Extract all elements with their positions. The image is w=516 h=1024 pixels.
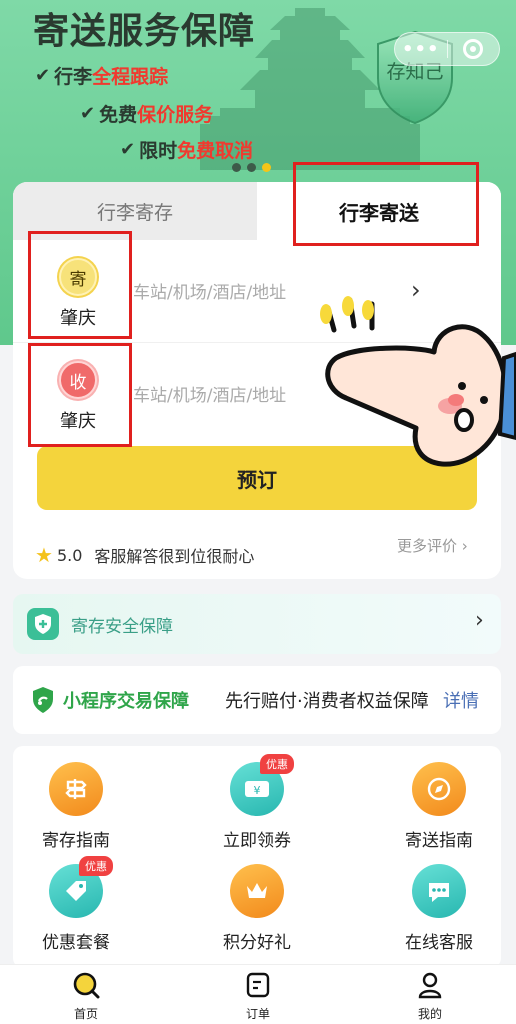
grid-item-points-gifts[interactable]: 积分好礼 <box>197 864 317 953</box>
annotation-box-delivery-tab <box>293 162 479 246</box>
check-icon: ✔ <box>80 103 96 124</box>
feature-highlight: 免费取消 <box>177 140 254 162</box>
bottom-tab-bar: 首页 订单 我的 <box>0 964 516 1024</box>
grid-item-label: 优惠套餐 <box>42 933 110 953</box>
chat-icon <box>412 864 466 918</box>
user-icon <box>418 972 442 999</box>
guarantee-title: 小程序交易保障 <box>63 691 189 712</box>
annotation-box-sender-city <box>28 231 132 339</box>
receiver-address-placeholder: 车站/机场/酒店/地址 <box>133 386 287 406</box>
grid-item-label: 在线客服 <box>405 933 473 953</box>
grid-item-packages[interactable]: 优惠 优惠套餐 <box>16 856 136 953</box>
tabbar-label: 首页 <box>73 1007 98 1021</box>
rating-comment: 客服解答很到位很耐心 <box>94 547 255 566</box>
tabbar-label: 我的 <box>417 1007 442 1021</box>
feature-highlight: 保价服务 <box>137 104 214 126</box>
coupon-icon: ¥ 优惠 <box>230 754 294 816</box>
compass-icon <box>412 762 466 816</box>
guarantee-description: 先行赔付·消费者权益保障 <box>225 691 429 712</box>
sender-address-placeholder: 车站/机场/酒店/地址 <box>133 283 287 303</box>
grid-item-get-coupon[interactable]: ¥ 优惠 立即领券 <box>197 754 317 851</box>
guarantee-details-link[interactable]: 详情 <box>443 687 479 713</box>
grid-item-label: 积分好礼 <box>223 933 291 953</box>
tabbar-orders[interactable]: 订单 <box>208 971 308 1022</box>
more-reviews-label: 更多评价 <box>397 537 458 555</box>
signpost-icon <box>49 762 103 816</box>
grid-item-online-service[interactable]: 在线客服 <box>379 864 499 953</box>
grid-item-delivery-guide[interactable]: 寄送指南 <box>379 762 499 851</box>
service-grid: 寄存指南 ¥ 优惠 立即领券 寄送指南 优惠 优惠套餐 积分好礼 在线客服 <box>13 746 501 968</box>
carousel-indicators <box>232 163 271 172</box>
discount-tag: 优惠 <box>260 754 294 774</box>
crown-icon <box>230 864 284 918</box>
more-options-button[interactable]: ••• <box>395 39 447 60</box>
grid-item-storage-guide[interactable]: 寄存指南 <box>16 762 136 851</box>
target-icon <box>463 39 484 59</box>
feature-prefix: 限时 <box>139 140 178 162</box>
feature-insurance: ✔ 免费 保价服务 <box>80 100 213 127</box>
grid-item-label: 立即领券 <box>223 831 291 851</box>
feature-prefix: 免费 <box>99 104 138 126</box>
tabbar-label: 订单 <box>245 1007 270 1021</box>
feature-cancel: ✔ 限时 免费取消 <box>120 136 253 163</box>
grid-item-label: 寄存指南 <box>42 831 110 851</box>
order-icon <box>246 972 270 998</box>
check-icon: ✔ <box>35 65 51 86</box>
feature-tracking: ✔ 行李 全程跟踪 <box>35 62 168 89</box>
grid-item-label: 寄送指南 <box>405 831 473 851</box>
security-label: 寄存安全保障 <box>71 617 173 637</box>
svg-text:¥: ¥ <box>254 784 261 797</box>
carousel-dot <box>232 163 241 172</box>
shield-plus-icon <box>27 608 59 640</box>
feature-highlight: 全程跟踪 <box>92 66 169 88</box>
discount-tag: 优惠 <box>79 856 113 876</box>
tabbar-mine[interactable]: 我的 <box>380 971 480 1022</box>
transaction-guarantee-card: 小程序交易保障 先行赔付·消费者权益保障 详情 <box>13 666 501 734</box>
carousel-dot-active <box>262 163 271 172</box>
banner-title: 寄送服务保障 <box>33 11 256 52</box>
check-icon: ✔ <box>120 139 136 160</box>
pointing-hand-sticker <box>320 296 516 467</box>
price-tag-icon: 优惠 <box>49 856 113 918</box>
guarantee-shield-icon <box>33 687 53 713</box>
rating-score: 5.0 <box>56 545 83 565</box>
chevron-right-icon: › <box>461 537 468 555</box>
storage-security-banner[interactable]: 寄存安全保障 › <box>13 594 501 654</box>
rating-summary: ★ 5.0 客服解答很到位很耐心 <box>35 543 254 567</box>
carousel-dot <box>247 163 256 172</box>
home-search-icon <box>73 972 100 999</box>
more-reviews-link[interactable]: 更多评价 › <box>397 535 468 556</box>
chevron-right-icon: › <box>475 608 484 633</box>
close-miniprogram-button[interactable] <box>447 39 499 59</box>
miniprogram-capsule: ••• <box>394 32 500 66</box>
tabbar-home[interactable]: 首页 <box>36 971 136 1022</box>
feature-prefix: 行李 <box>54 66 93 88</box>
annotation-box-receiver-city <box>28 343 132 447</box>
star-icon: ★ <box>35 543 53 567</box>
